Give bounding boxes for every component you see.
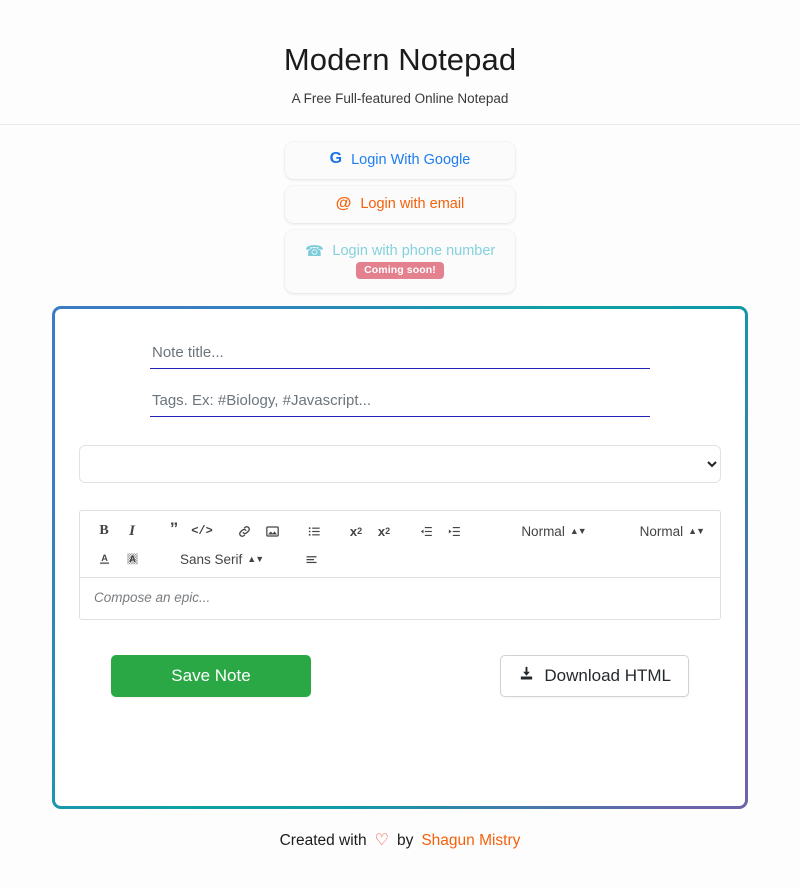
toolbar-gap bbox=[328, 531, 342, 532]
code-block-button[interactable]: </> bbox=[188, 519, 216, 543]
bullet-list-icon[interactable] bbox=[300, 519, 328, 543]
note-editor-card: B I ” </> bbox=[52, 306, 748, 809]
page-footer: Created with ♡ by Shagun Mistry bbox=[0, 832, 800, 850]
size-format-picker[interactable]: Normal ▲▼ bbox=[634, 519, 710, 543]
login-with-email-button[interactable]: @ Login with email bbox=[285, 185, 515, 223]
image-icon[interactable] bbox=[258, 519, 286, 543]
background-color-icon[interactable]: A bbox=[118, 547, 146, 571]
download-html-button[interactable]: Download HTML bbox=[500, 655, 689, 697]
superscript-base: x bbox=[377, 523, 386, 539]
login-with-email-label: Login with email bbox=[360, 196, 465, 213]
note-title-input[interactable] bbox=[150, 339, 650, 369]
toolbar-gap bbox=[286, 531, 300, 532]
toolbar-gap bbox=[606, 531, 620, 532]
login-with-google-button[interactable]: G Login With Google bbox=[285, 141, 515, 179]
login-with-phone-label: Login with phone number bbox=[332, 243, 496, 260]
footer-created-with: Created with bbox=[279, 832, 367, 849]
header-format-picker[interactable]: Normal ▲▼ bbox=[515, 519, 591, 543]
outdent-icon[interactable] bbox=[412, 519, 440, 543]
note-body-editor[interactable]: Compose an epic... bbox=[79, 577, 721, 620]
save-note-button[interactable]: Save Note bbox=[111, 655, 311, 697]
svg-text:A: A bbox=[101, 553, 108, 563]
header-format-value: Normal bbox=[521, 523, 565, 539]
indent-icon[interactable] bbox=[440, 519, 468, 543]
font-family-value: Sans Serif bbox=[180, 551, 243, 567]
at-sign-icon: @ bbox=[335, 195, 352, 213]
align-icon[interactable] bbox=[297, 547, 325, 571]
toolbar-gap bbox=[620, 531, 634, 532]
blockquote-button[interactable]: ” bbox=[160, 516, 188, 540]
rich-text-editor: B I ” </> x 2 x 2 Normal ▲▼ Normal ▲▼ A … bbox=[79, 510, 721, 620]
footer-by: by bbox=[396, 832, 414, 849]
login-with-google-label: Login With Google bbox=[351, 152, 471, 169]
toolbar-gap bbox=[146, 531, 160, 532]
toolbar-gap bbox=[398, 531, 412, 532]
svg-text:A: A bbox=[129, 554, 136, 564]
chevron-updown-icon: ▲▼ bbox=[569, 525, 587, 536]
subscript-base: x bbox=[349, 523, 358, 539]
login-with-phone-button: ☎ Login with phone number Coming soon! bbox=[285, 229, 515, 293]
toolbar-gap bbox=[269, 559, 283, 560]
toolbar-gap bbox=[283, 559, 297, 560]
note-tags-input[interactable] bbox=[150, 387, 650, 417]
link-icon[interactable] bbox=[230, 519, 258, 543]
text-color-icon[interactable]: A bbox=[90, 547, 118, 571]
note-editor-body: B I ” </> bbox=[55, 309, 745, 806]
toolbar-gap bbox=[592, 531, 606, 532]
download-icon bbox=[518, 665, 535, 687]
toolbar-gap bbox=[160, 559, 174, 560]
page-title: Modern Notepad bbox=[283, 42, 517, 77]
chevron-updown-icon: ▲▼ bbox=[688, 525, 705, 536]
superscript-button[interactable]: x2 bbox=[370, 519, 398, 543]
editor-actions: Save Note Download HTML bbox=[79, 655, 721, 697]
toolbar-gap bbox=[216, 531, 230, 532]
superscript-index: 2 bbox=[385, 525, 391, 536]
size-format-value: Normal bbox=[639, 523, 684, 539]
download-html-label: Download HTML bbox=[544, 666, 671, 685]
login-options: G Login With Google @ Login with email ☎… bbox=[285, 141, 515, 293]
subscript-button[interactable]: x2 bbox=[342, 519, 370, 543]
phone-icon: ☎ bbox=[304, 242, 324, 260]
subscript-index: 2 bbox=[357, 525, 363, 536]
page-header: Modern Notepad A Free Full-featured Onli… bbox=[0, 0, 800, 125]
heart-icon: ♡ bbox=[374, 832, 389, 849]
login-with-phone-row: ☎ Login with phone number bbox=[304, 242, 496, 260]
app-root: Modern Notepad A Free Full-featured Onli… bbox=[0, 0, 800, 888]
toolbar-gap bbox=[146, 559, 160, 560]
note-folder-select[interactable] bbox=[79, 445, 721, 483]
font-family-picker[interactable]: Sans Serif ▲▼ bbox=[174, 547, 269, 571]
bold-button[interactable]: B bbox=[90, 519, 118, 543]
page-subtitle: A Free Full-featured Online Notepad bbox=[291, 90, 509, 106]
coming-soon-badge: Coming soon! bbox=[356, 262, 444, 280]
italic-button[interactable]: I bbox=[118, 519, 146, 543]
editor-toolbar: B I ” </> x 2 x 2 Normal ▲▼ Normal ▲▼ A … bbox=[79, 510, 721, 577]
google-g-icon: G bbox=[329, 150, 343, 168]
author-link[interactable]: Shagun Mistry bbox=[421, 832, 520, 850]
chevron-updown-icon: ▲▼ bbox=[247, 553, 264, 564]
